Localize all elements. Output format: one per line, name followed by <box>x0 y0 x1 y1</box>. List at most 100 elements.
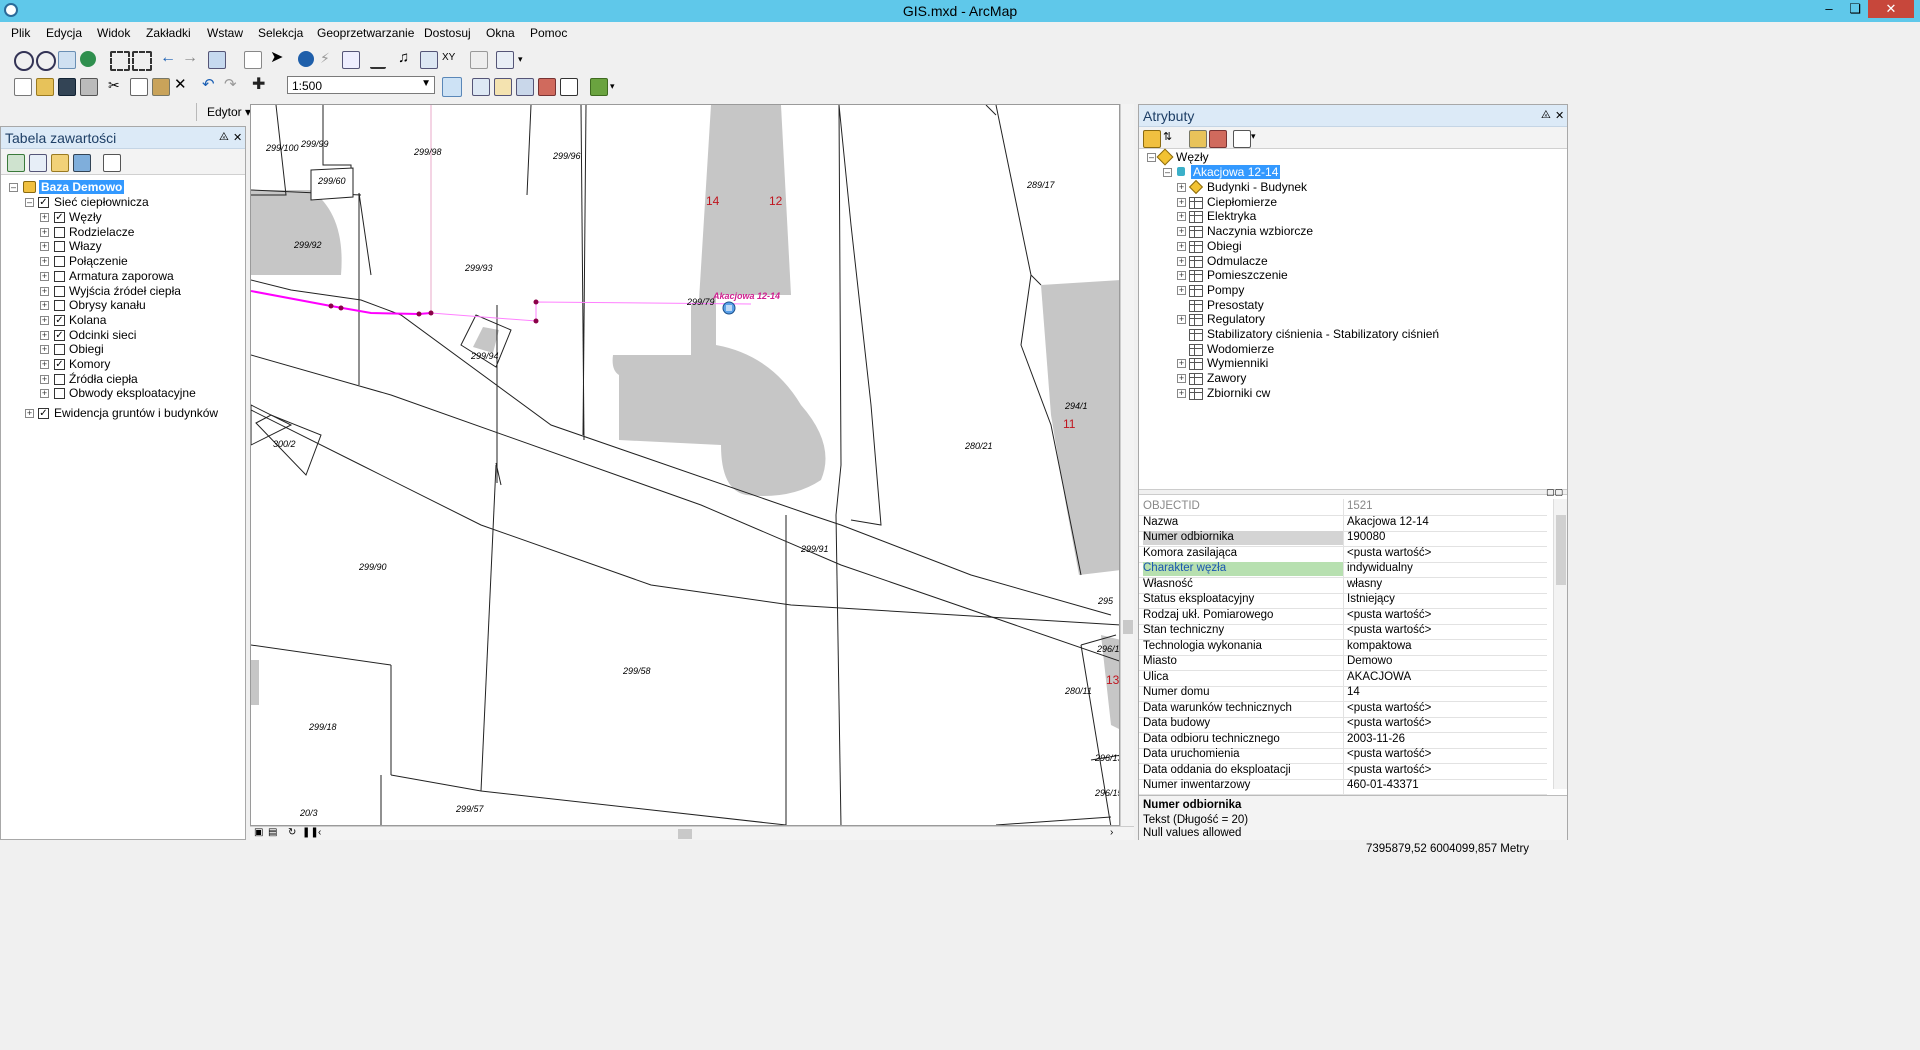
pan-icon[interactable] <box>58 51 76 69</box>
list-by-visibility-icon[interactable] <box>51 154 69 172</box>
pin-icon[interactable]: ⨻ <box>219 131 229 144</box>
full-extent-icon[interactable] <box>80 51 96 67</box>
attribute-value[interactable]: <pusta wartość> <box>1347 764 1431 776</box>
html-popup-icon[interactable] <box>342 51 360 69</box>
list-by-selection-icon[interactable] <box>73 154 91 172</box>
data-frame-label[interactable]: Baza Demowo <box>39 180 125 194</box>
map-vertical-scrollbar[interactable] <box>1120 104 1134 826</box>
select-features-icon[interactable] <box>208 51 226 69</box>
expand-icon[interactable]: + <box>1177 183 1186 192</box>
collapse-icon[interactable]: – <box>1147 153 1156 162</box>
forward-extent-icon[interactable]: → <box>182 50 198 67</box>
paste-icon[interactable] <box>152 78 170 96</box>
layer-checkbox[interactable]: ✓ <box>54 330 65 341</box>
add-related-icon[interactable] <box>1209 130 1227 148</box>
menu-widok[interactable]: Widok <box>97 26 130 40</box>
expand-icon[interactable]: + <box>1177 242 1186 251</box>
pin-icon[interactable]: ⨻ <box>1541 109 1551 122</box>
copy-icon[interactable] <box>130 78 148 96</box>
delete-icon[interactable]: ✕ <box>174 77 190 94</box>
new-document-icon[interactable] <box>14 78 32 96</box>
attribute-value[interactable]: 460-01-43371 <box>1347 779 1419 791</box>
attribute-row[interactable]: Miasto Demowo <box>1139 654 1547 671</box>
group-checkbox[interactable]: ✓ <box>38 408 49 419</box>
toolbar-options-icon[interactable]: ▾ <box>518 54 528 64</box>
layer-checkbox[interactable]: ✓ <box>54 359 65 370</box>
identify-icon[interactable] <box>298 51 314 67</box>
show-features-icon[interactable] <box>1143 130 1161 148</box>
find-route-icon[interactable] <box>420 51 438 69</box>
attribute-row[interactable]: Komora zasilająca <pusta wartość> <box>1139 545 1547 563</box>
back-extent-icon[interactable]: ← <box>160 50 176 67</box>
menu-zakladki[interactable]: Zakładki <box>146 26 191 40</box>
map-horizontal-scrollbar[interactable]: ▣ ▤ ↻ ❚❚ ‹ › <box>250 826 1134 840</box>
menu-okna[interactable]: Okna <box>486 26 515 40</box>
restore-button[interactable]: ❏ <box>1842 0 1868 18</box>
undo-icon[interactable]: ↶ <box>202 77 218 94</box>
go-to-xy-icon[interactable]: XY <box>442 51 458 67</box>
select-elements-icon[interactable]: ➤ <box>270 50 286 67</box>
fixed-zoom-out-icon[interactable] <box>132 51 152 71</box>
modelbuilder-icon[interactable] <box>590 78 608 96</box>
attribute-value[interactable]: <pusta wartość> <box>1347 609 1431 621</box>
expand-icon[interactable]: + <box>25 409 34 418</box>
attribute-value[interactable]: 190080 <box>1347 531 1385 543</box>
attribute-value[interactable]: kompaktowa <box>1347 640 1412 652</box>
expand-icon[interactable]: + <box>1177 286 1186 295</box>
expand-icon[interactable]: + <box>40 242 49 251</box>
toc-layer-row[interactable]: + Obwody eksploatacyjne <box>1 385 245 403</box>
layer-checkbox[interactable] <box>54 388 65 399</box>
python-window-icon[interactable] <box>560 78 578 96</box>
expand-icon[interactable]: + <box>1177 315 1186 324</box>
search-window-icon[interactable] <box>516 78 534 96</box>
layer-checkbox[interactable] <box>54 286 65 297</box>
editor-toolbar-icon[interactable] <box>442 77 462 97</box>
attribute-value[interactable]: 14 <box>1347 686 1360 698</box>
scroll-left-icon[interactable]: ‹ <box>318 827 321 838</box>
attribute-row[interactable]: Ulica AKACJOWA <box>1139 669 1547 687</box>
expand-icon[interactable]: + <box>1177 227 1186 236</box>
expand-icon[interactable]: + <box>1177 374 1186 383</box>
pause-drawing-icon[interactable]: ❚❚ <box>302 827 319 838</box>
attribute-row[interactable]: Własność własny <box>1139 576 1547 594</box>
selected-feature-label[interactable]: Akacjowa 12-14 <box>1191 165 1281 179</box>
scroll-thumb[interactable] <box>1123 620 1133 634</box>
attributes-options-icon[interactable] <box>1233 130 1251 148</box>
measure-icon[interactable] <box>370 51 386 69</box>
toc-options-icon[interactable] <box>103 154 121 172</box>
attribute-row[interactable]: Data oddania do eksploatacji <pusta warto… <box>1139 762 1547 780</box>
map-view[interactable]: Akacjowa 12-14 299/99 299/100 299/98 299/96… <box>250 104 1120 826</box>
save-icon[interactable] <box>58 78 76 96</box>
attribute-row[interactable]: Technologia wykonania kompaktowa <box>1139 638 1547 656</box>
expand-icon[interactable]: + <box>40 213 49 222</box>
attribute-row[interactable]: Data uruchomienia <pusta wartość> <box>1139 747 1547 764</box>
expand-icon[interactable]: + <box>1177 212 1186 221</box>
attribute-row[interactable]: Data budowy <pusta wartość> <box>1139 716 1547 733</box>
layer-checkbox[interactable]: ✓ <box>54 315 65 326</box>
layer-checkbox[interactable] <box>54 256 65 267</box>
layer-checkbox[interactable] <box>54 271 65 282</box>
clear-selection-icon[interactable] <box>244 51 262 69</box>
attribute-value[interactable]: <pusta wartość> <box>1347 702 1431 714</box>
group-checkbox[interactable]: ✓ <box>38 197 49 208</box>
expand-icon[interactable]: + <box>40 360 49 369</box>
pane-splitter[interactable]: ▢▢ <box>1139 487 1567 497</box>
attribute-row[interactable]: Numer domu 14 <box>1139 685 1547 702</box>
attribute-value[interactable]: Akacjowa 12-14 <box>1347 516 1429 528</box>
expand-icon[interactable]: + <box>40 301 49 310</box>
attribute-row[interactable]: Stan techniczny <pusta wartość> <box>1139 623 1547 640</box>
layer-checkbox[interactable] <box>54 227 65 238</box>
expand-icon[interactable]: + <box>1177 359 1186 368</box>
menu-selekcja[interactable]: Selekcja <box>258 26 303 40</box>
expand-icon[interactable]: + <box>40 257 49 266</box>
hyperlink-icon[interactable]: ⚡ <box>320 51 336 67</box>
close-icon[interactable]: ✕ <box>233 131 242 144</box>
attribute-value[interactable]: 2003-11-26 <box>1347 733 1405 745</box>
expand-icon[interactable]: + <box>1177 389 1186 398</box>
expand-icon[interactable]: + <box>40 331 49 340</box>
sort-icon[interactable]: ⇅ <box>1163 130 1179 146</box>
redo-icon[interactable]: ↷ <box>224 77 240 94</box>
layout-view-icon[interactable]: ▤ <box>268 827 277 838</box>
toolbar-options-icon-2[interactable]: ▾ <box>610 81 620 91</box>
collapse-icon[interactable]: – <box>9 183 18 192</box>
